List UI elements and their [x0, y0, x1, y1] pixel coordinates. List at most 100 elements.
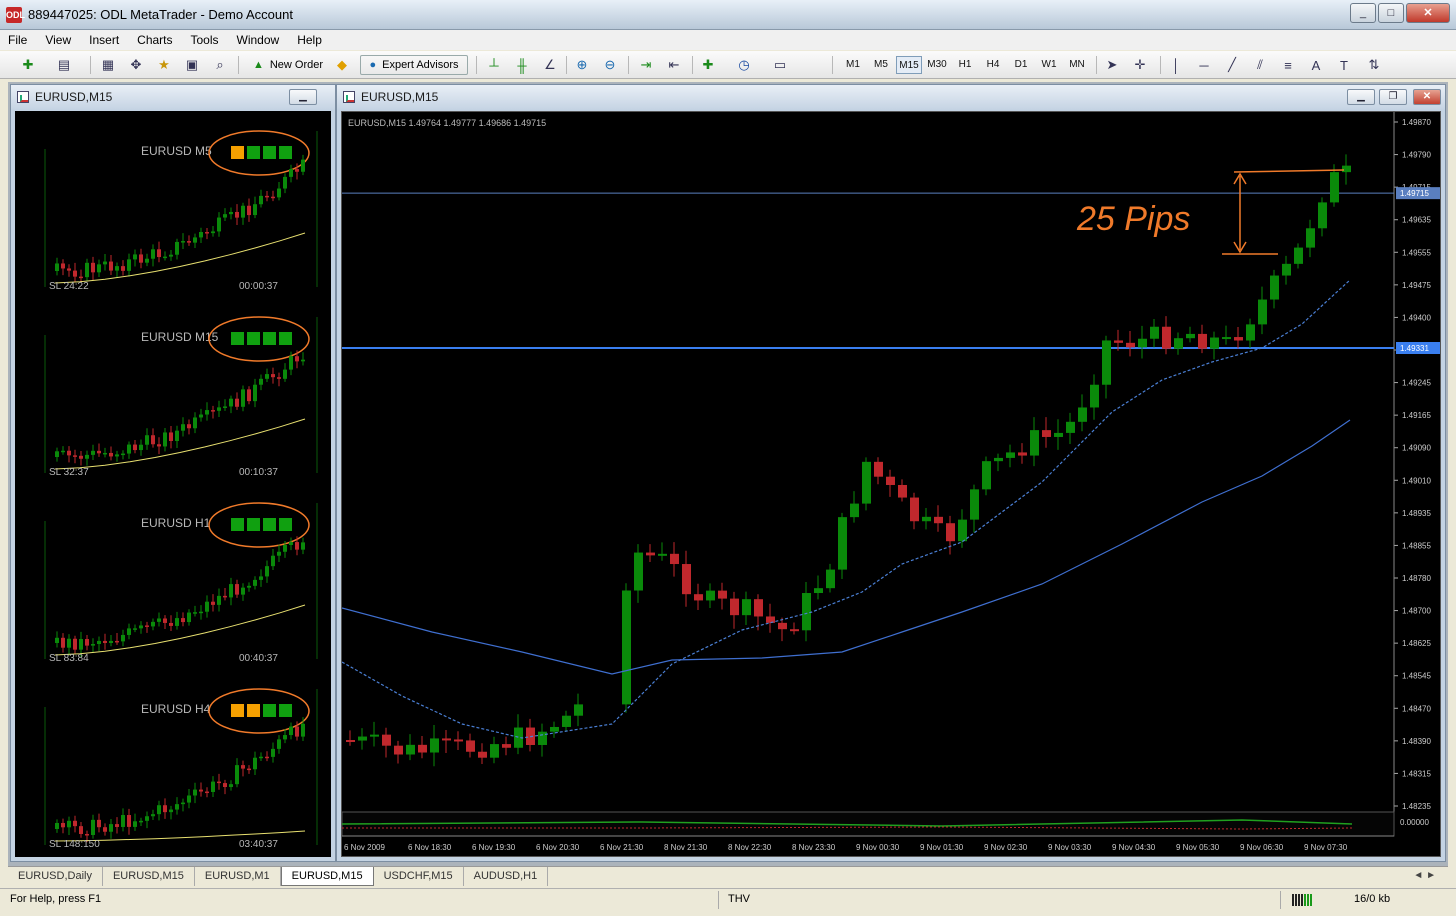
menu-tools[interactable]: Tools — [191, 33, 219, 47]
mini-candle-body — [283, 369, 287, 379]
bar-chart-button[interactable]: ┴ — [484, 55, 504, 75]
maximize-button[interactable]: □ — [1378, 3, 1404, 23]
minimize-button[interactable]: _ — [1350, 3, 1376, 23]
new-chart-button[interactable]: ✚ — [18, 55, 38, 75]
zoom-in-button[interactable]: ⊕ — [572, 55, 592, 75]
timeframe-mn[interactable]: MN — [1064, 56, 1090, 74]
mini-candle-body — [235, 584, 239, 595]
candle-body — [466, 740, 475, 752]
price-label: 1.49090 — [1402, 444, 1431, 453]
chart-window-main: EURUSD,M15 ▁ ❐ ✕ EURUSD,M15 1.49764 1.49… — [336, 84, 1446, 862]
menu-window[interactable]: Window — [237, 33, 280, 47]
channel-button[interactable]: ⫽ — [1250, 55, 1270, 75]
tab-eurusd-daily[interactable]: EURUSD,Daily — [8, 867, 103, 886]
new-order-button[interactable]: ▲ New Order — [244, 55, 332, 75]
menu-bar: File View Insert Charts Tools Window Hel… — [0, 30, 1456, 50]
candle-body — [478, 751, 487, 758]
timeframe-h4[interactable]: H4 — [980, 56, 1006, 74]
mini-candle-body — [235, 211, 239, 218]
profiles-button[interactable]: ▤ — [54, 55, 74, 75]
timeframe-m5[interactable]: M5 — [868, 56, 894, 74]
timeframe-m30[interactable]: M30 — [924, 56, 950, 74]
menu-help[interactable]: Help — [297, 33, 322, 47]
tab-eurusd-m15[interactable]: EURUSD,M15 — [103, 867, 195, 886]
left-window-caption: EURUSD,M15 ▁ — [11, 85, 335, 109]
timeframe-h1[interactable]: H1 — [952, 56, 978, 74]
left-minimize-button[interactable]: ▁ — [289, 89, 317, 105]
mini-candle-body — [139, 254, 143, 263]
main-chart-area[interactable]: EURUSD,M15 1.49764 1.49777 1.49686 1.497… — [341, 111, 1441, 857]
mini-candle-body — [121, 815, 125, 827]
indicators-button[interactable]: ✚ — [698, 55, 718, 75]
main-minimize-button[interactable]: ▁ — [1347, 89, 1375, 105]
candle-body — [1126, 342, 1135, 348]
candle-body — [766, 616, 775, 623]
mini-candle-body — [193, 417, 197, 429]
time-label: 6 Nov 2009 — [344, 843, 385, 852]
left-chart-area[interactable]: EURUSD M5 SL 24:22 00:00:37 EURUSD M15 SL 32… — [15, 111, 331, 857]
price-label: 1.48235 — [1402, 802, 1431, 811]
expert-advisors-button[interactable]: ● Expert Advisors — [360, 55, 468, 75]
favorites-button[interactable]: ★ — [154, 55, 174, 75]
menu-view[interactable]: View — [45, 33, 71, 47]
mini-candle-body — [229, 584, 233, 598]
close-button[interactable]: ✕ — [1406, 3, 1450, 23]
timeframe-d1[interactable]: D1 — [1008, 56, 1034, 74]
panel-symbol-label: EURUSD H1 — [141, 516, 211, 530]
mini-candle-body — [289, 169, 293, 177]
cursor-button[interactable]: ➤ — [1102, 55, 1122, 75]
expert-advisors-label: Expert Advisors — [382, 59, 459, 71]
zoom-out-button[interactable]: ⊖ — [600, 55, 620, 75]
alert-button[interactable]: ◆ — [332, 55, 352, 75]
candle-body — [970, 489, 979, 520]
menu-file[interactable]: File — [8, 33, 27, 47]
strategy-tester-button[interactable]: ⌕ — [210, 55, 230, 75]
chart-shift-button[interactable]: ⇤ — [664, 55, 684, 75]
tab-eurusd-m1[interactable]: EURUSD,M1 — [195, 867, 281, 886]
market-watch-button[interactable]: ▦ — [98, 55, 118, 75]
mini-candle-body — [85, 833, 89, 836]
time-label: 9 Nov 06:30 — [1240, 843, 1284, 852]
timeframe-m15[interactable]: M15 — [896, 56, 922, 74]
timeframe-w1[interactable]: W1 — [1036, 56, 1062, 74]
tab-eurusd-m15-active[interactable]: EURUSD,M15 — [280, 867, 374, 886]
candle-body — [1162, 326, 1171, 349]
text-button[interactable]: A — [1306, 55, 1326, 75]
candle-body — [778, 622, 787, 630]
arrows-button[interactable]: ⇅ — [1364, 55, 1384, 75]
indicator-value: 0.00000 — [1400, 818, 1429, 827]
navigator-button[interactable]: ✥ — [126, 55, 146, 75]
mini-candle-body — [145, 258, 149, 263]
panel-sl-label: SL 83:84 — [49, 653, 89, 664]
horizontal-line-button[interactable]: ─ — [1194, 55, 1214, 75]
tab-scroll-arrows[interactable]: ◄ ► — [1413, 870, 1436, 881]
timeframe-m1[interactable]: M1 — [840, 56, 866, 74]
periods-button[interactable]: ◷ — [734, 55, 754, 75]
vertical-line-button[interactable]: │ — [1166, 55, 1186, 75]
mini-candle-body — [85, 639, 89, 646]
mini-candle-body — [217, 595, 221, 605]
connection-bars-icon — [1292, 892, 1316, 909]
trendline-button[interactable]: ╱ — [1222, 55, 1242, 75]
terminal-button[interactable]: ▣ — [182, 55, 202, 75]
menu-insert[interactable]: Insert — [89, 33, 119, 47]
mini-candle-body — [277, 188, 281, 198]
main-restore-button[interactable]: ❐ — [1379, 89, 1407, 105]
templates-button[interactable]: ▭ — [770, 55, 790, 75]
mini-candle-body — [259, 195, 263, 205]
price-label: 1.49870 — [1402, 118, 1431, 127]
mini-candle-body — [91, 450, 95, 455]
line-chart-button[interactable]: ∠ — [540, 55, 560, 75]
candlestick-button[interactable]: ╫ — [512, 55, 532, 75]
crosshair-button[interactable]: ✛ — [1130, 55, 1150, 75]
time-label: 9 Nov 04:30 — [1112, 843, 1156, 852]
candle-body — [1210, 337, 1219, 349]
auto-scroll-button[interactable]: ⇥ — [636, 55, 656, 75]
tab-audusd-h1[interactable]: AUDUSD,H1 — [464, 867, 549, 886]
menu-charts[interactable]: Charts — [137, 33, 172, 47]
time-label: 6 Nov 20:30 — [536, 843, 580, 852]
tab-usdchf-m15[interactable]: USDCHF,M15 — [374, 867, 464, 886]
fibonacci-button[interactable]: ≡ — [1278, 55, 1298, 75]
text-label-button[interactable]: T — [1334, 55, 1354, 75]
main-close-button[interactable]: ✕ — [1413, 89, 1441, 105]
